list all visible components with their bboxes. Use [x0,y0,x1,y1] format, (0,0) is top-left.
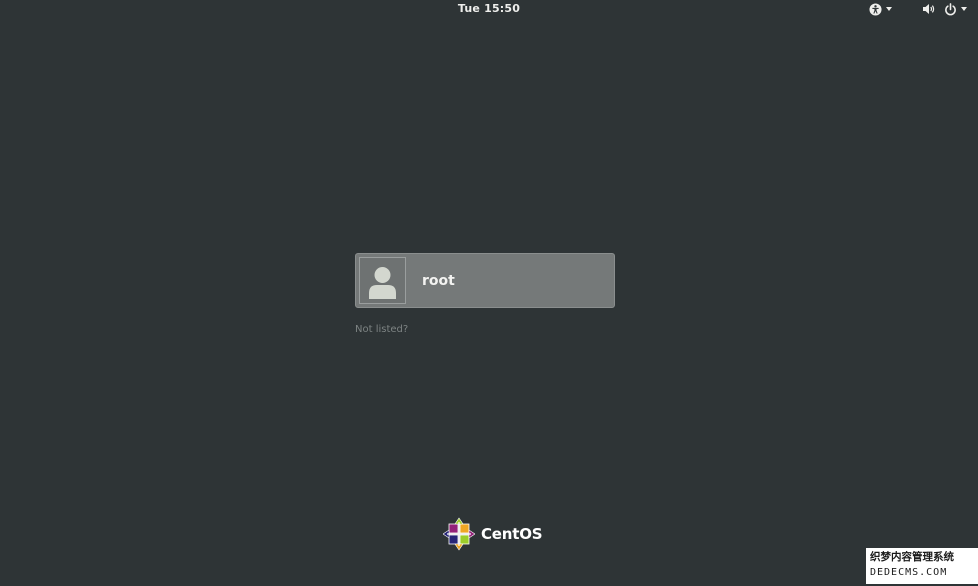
triangle-down-icon [886,7,892,11]
watermark-domain: DEDECMS.COM [870,567,948,578]
clock-label[interactable]: Tue 15:50 [458,2,520,15]
top-bar: Tue 15:50 [0,0,978,18]
user-list-item-root[interactable]: root [355,253,615,308]
system-menu-button[interactable] [922,2,967,16]
power-icon [945,2,956,15]
accessibility-icon [869,2,882,16]
distro-branding: CentOS [443,517,543,551]
accessibility-menu-button[interactable] [869,2,892,16]
user-name-label: root [422,273,455,289]
watermark-title: 织梦内容管理系统 [870,551,954,563]
login-screen: Tue 15:50 root Not listed? CentOS 织梦内容管理… [0,0,978,586]
avatar [359,257,406,304]
default-user-avatar-icon [369,267,396,299]
watermark: 织梦内容管理系统 DEDECMS.COM [866,548,978,584]
triangle-down-icon [961,7,967,11]
volume-icon [923,4,935,14]
distro-name: CentOS [481,525,543,543]
not-listed-link[interactable]: Not listed? [355,323,408,336]
centos-logo-icon [443,517,475,551]
